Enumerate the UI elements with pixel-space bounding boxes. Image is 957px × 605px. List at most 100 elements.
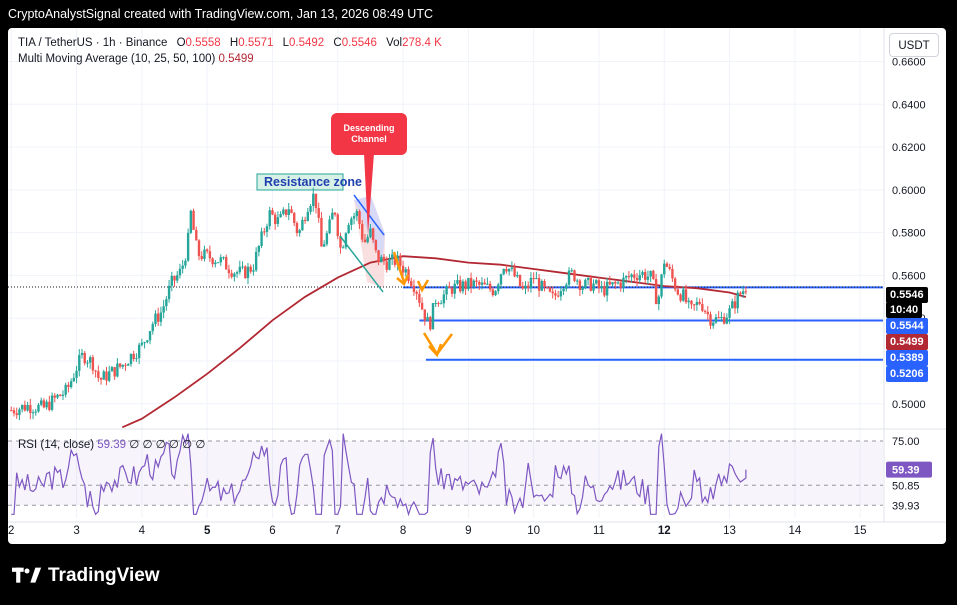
- candle-body: [186, 232, 190, 261]
- candle-body: [45, 401, 48, 408]
- candle-body: [690, 300, 693, 305]
- legend-rsi-label: RSI (14, close): [18, 439, 95, 451]
- candle-body: [20, 404, 24, 410]
- chart-canvas[interactable]: Resistance zone Descending Channel 75.00…: [8, 28, 946, 544]
- candle-body: [537, 278, 541, 291]
- candle-body: [200, 256, 203, 259]
- candle-body: [350, 218, 353, 225]
- candle-body: [404, 269, 407, 273]
- candle-body: [410, 281, 413, 286]
- candle-body: [211, 258, 214, 265]
- candle-body: [146, 340, 149, 343]
- candle-body: [638, 275, 641, 281]
- candle-body: [573, 270, 576, 282]
- rsi-tick-label: 39.93: [892, 500, 920, 512]
- candle-body: [39, 400, 43, 405]
- candle-body: [442, 294, 446, 304]
- candle-body: [608, 281, 612, 285]
- candle-body: [513, 267, 516, 277]
- candle-body: [434, 303, 437, 305]
- candle-body: [556, 295, 560, 297]
- candle-body: [524, 285, 527, 289]
- candle-body: [586, 277, 590, 280]
- candle-body: [581, 288, 584, 290]
- candle-body: [127, 364, 130, 366]
- candle-body: [510, 267, 514, 269]
- candle-body: [129, 353, 133, 365]
- candle-body: [644, 271, 647, 280]
- candle-body: [358, 211, 361, 224]
- currency-button[interactable]: USDT: [889, 33, 939, 57]
- candle-body: [333, 212, 337, 215]
- candle-body: [249, 266, 252, 272]
- candle-body: [75, 370, 78, 378]
- y-tick-label: 0.6400: [892, 99, 926, 111]
- candle-body: [273, 214, 277, 224]
- candle-body: [627, 276, 631, 278]
- candle-body: [570, 270, 573, 272]
- candle-body: [695, 301, 699, 306]
- candle-body: [464, 281, 467, 290]
- footer-brand: TradingView: [12, 562, 160, 590]
- candle-body: [205, 249, 209, 252]
- candle-body: [475, 280, 478, 282]
- ma-line: [121, 255, 747, 429]
- candle-body: [382, 256, 386, 262]
- candle-body: [744, 291, 748, 293]
- candle-body: [412, 285, 416, 292]
- candle-body: [527, 285, 530, 289]
- legend-ma-value: 0.5499: [218, 53, 254, 65]
- x-tick-label: 8: [400, 525, 406, 537]
- candle-body: [363, 239, 367, 243]
- candle-body: [309, 206, 312, 212]
- candle-body: [347, 224, 350, 234]
- price-label: 0.5544: [886, 318, 928, 334]
- candle-body: [312, 193, 315, 207]
- rsi-tick-label: 50.85: [892, 480, 920, 492]
- candle-body: [227, 269, 231, 274]
- candle-body: [94, 370, 97, 372]
- candle-body: [654, 279, 658, 305]
- candle-body: [731, 301, 734, 309]
- candle-body: [246, 266, 250, 279]
- candle-body: [684, 289, 688, 303]
- candle-body: [418, 293, 421, 303]
- candle-body: [320, 217, 323, 247]
- candle-body: [156, 313, 160, 322]
- footer-brand-text: TradingView: [48, 565, 160, 586]
- candle-body: [399, 255, 402, 266]
- candle-body: [415, 291, 418, 294]
- candle-body: [652, 270, 655, 280]
- candle-body: [257, 245, 261, 252]
- tradingview-logo-icon: [12, 567, 42, 583]
- candle-body: [271, 210, 274, 215]
- chart-frame[interactable]: Resistance zone Descending Channel 75.00…: [8, 28, 946, 544]
- candle-body: [15, 413, 18, 416]
- time-axis[interactable]: 2 3 4 5 6 7 8 9 10 11 12 13 14 15: [8, 521, 946, 537]
- candle-body: [110, 367, 114, 372]
- candle-body: [611, 282, 614, 285]
- candle-body: [352, 216, 356, 219]
- x-tick-label: 2: [8, 525, 14, 537]
- candle-body: [208, 251, 212, 259]
- candle-body: [72, 377, 76, 382]
- candle-body: [23, 404, 27, 411]
- candle-body: [148, 331, 152, 341]
- candle-body: [88, 357, 92, 363]
- x-tick-label: 13: [723, 525, 736, 537]
- candle-body: [709, 314, 712, 326]
- legend-h-label: H: [229, 37, 239, 49]
- legend-c-value: 0.5546: [341, 37, 377, 49]
- candle-body: [181, 265, 184, 269]
- candle-body: [64, 384, 67, 395]
- price-label: 0.5499: [886, 334, 928, 350]
- candle-body: [230, 273, 233, 277]
- candle-body: [717, 317, 720, 319]
- candle-body: [317, 208, 320, 218]
- candle-body: [649, 270, 652, 277]
- candle-body: [429, 316, 432, 330]
- candle-body: [679, 294, 682, 301]
- candle-body: [374, 239, 378, 251]
- candle-body: [600, 286, 603, 289]
- candle-body: [124, 364, 127, 366]
